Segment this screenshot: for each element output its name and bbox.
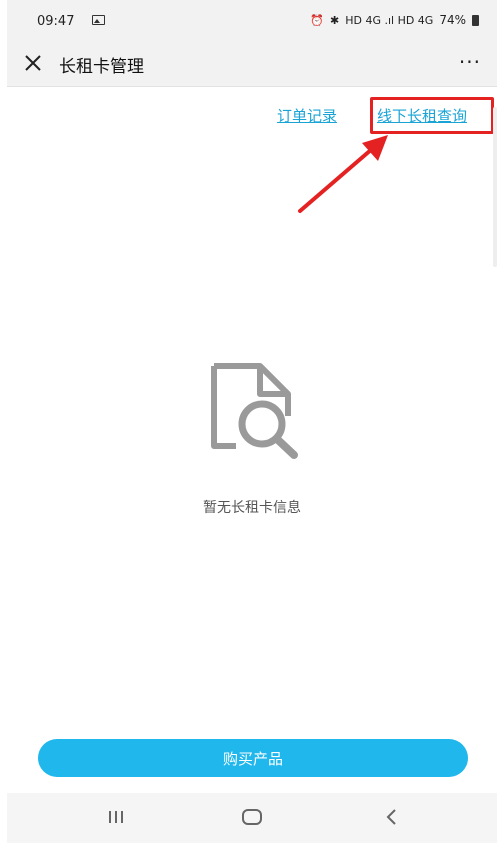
- battery-icon: [472, 14, 479, 26]
- battery-percentage: 74%: [439, 13, 466, 27]
- system-navigation-bar: [7, 793, 497, 843]
- back-icon[interactable]: [381, 806, 403, 828]
- status-bar: 09:47 ⏰ ✱ HD 4G .ıl HD 4G 74%: [7, 0, 497, 40]
- buy-product-button[interactable]: 购买产品: [38, 739, 468, 777]
- page-title: 长租卡管理: [59, 57, 144, 77]
- more-options-button[interactable]: ···: [459, 50, 481, 74]
- close-icon[interactable]: [21, 51, 45, 75]
- order-records-link[interactable]: 订单记录: [277, 105, 337, 126]
- home-icon[interactable]: [241, 807, 263, 827]
- recent-apps-icon[interactable]: [105, 806, 127, 828]
- nav-bar: 长租卡管理 ···: [7, 40, 497, 87]
- signal-indicators: HD 4G .ıl HD 4G: [345, 13, 434, 27]
- status-indicators: ⏰ ✱ HD 4G .ıl HD 4G 74%: [310, 13, 479, 27]
- document-search-icon: [211, 363, 298, 459]
- annotation-arrow-icon: [298, 135, 388, 213]
- scrollbar[interactable]: [493, 107, 497, 267]
- alarm-icon: ⏰: [310, 13, 324, 27]
- bluetooth-icon: ✱: [329, 13, 340, 27]
- main-content: 订单记录 线下长租查询 暂无长租卡信息 购买产品: [7, 87, 497, 793]
- phone-screen: 09:47 ⏰ ✱ HD 4G .ıl HD 4G 74% 长租卡管理 ··· …: [7, 0, 497, 843]
- status-time: 09:47: [37, 14, 75, 29]
- empty-state-message: 暂无长租卡信息: [203, 500, 301, 516]
- image-notification-icon: [92, 15, 105, 25]
